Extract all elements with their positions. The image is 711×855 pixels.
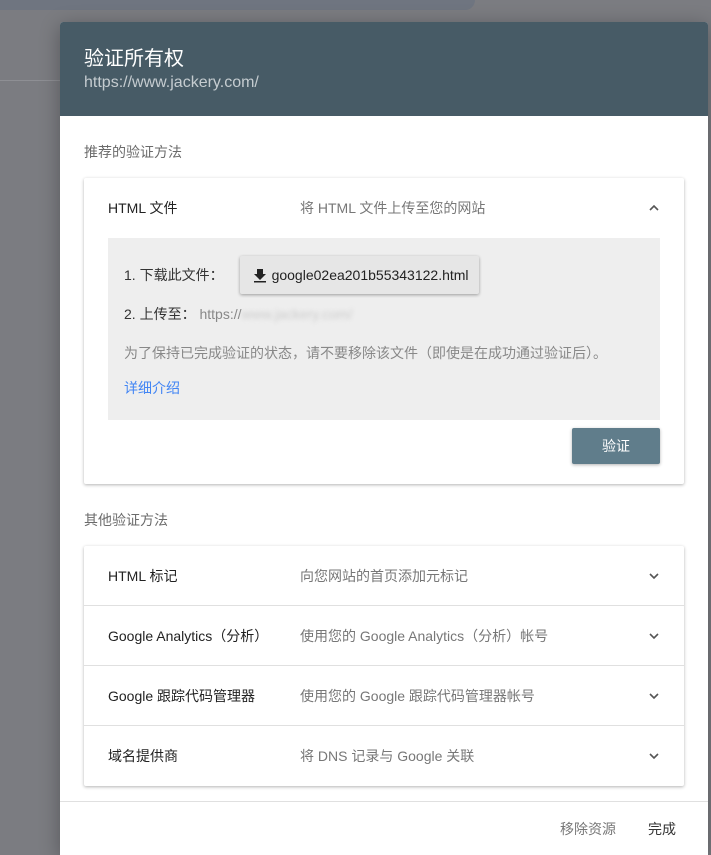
method-row-google-analytics[interactable]: Google Analytics（分析） 使用您的 Google Analytic… [84, 606, 684, 666]
method-row-html-tag[interactable]: HTML 标记 向您网站的首页添加元标记 [84, 546, 684, 606]
download-icon [253, 269, 266, 283]
method-label: HTML 文件 [108, 200, 178, 216]
dialog-title: 验证所有权 [84, 48, 184, 70]
dialog-body: 推荐的验证方法 HTML 文件 将 HTML 文件上传至您的网站 1. 下载此文… [60, 116, 708, 801]
other-methods-list: HTML 标记 向您网站的首页添加元标记 Google Analytics（分析）… [84, 546, 684, 786]
method-description: 将 HTML 文件上传至您的网站 [300, 200, 486, 216]
method-html-file-header[interactable]: HTML 文件 将 HTML 文件上传至您的网站 [84, 178, 684, 238]
download-file-name: google02ea201b55343122.html [271, 267, 469, 283]
background-search-bar [0, 0, 475, 10]
method-instructions-panel: 1. 下载此文件： google02ea201b55343122.html 2.… [108, 238, 660, 420]
upload-url-obscured: www.jackery.com/ [241, 306, 353, 322]
method-label: Google 跟踪代码管理器 [108, 687, 256, 704]
chevron-up-icon[interactable] [648, 202, 660, 214]
method-label: HTML 标记 [108, 567, 178, 584]
remove-property-button[interactable]: 移除资源 [560, 819, 616, 839]
property-url: https://www.jackery.com/ [84, 74, 259, 91]
chevron-down-icon[interactable] [648, 690, 660, 702]
chevron-down-icon[interactable] [648, 570, 660, 582]
method-description: 使用您的 Google Analytics（分析）帐号 [300, 627, 549, 644]
method-row-tag-manager[interactable]: Google 跟踪代码管理器 使用您的 Google 跟踪代码管理器帐号 [84, 666, 684, 726]
verify-button[interactable]: 验证 [572, 428, 660, 464]
download-file-button[interactable]: google02ea201b55343122.html [239, 256, 479, 294]
background-divider [0, 80, 60, 81]
recommended-method-card: HTML 文件 将 HTML 文件上传至您的网站 1. 下载此文件： googl… [84, 178, 684, 484]
keep-file-note: 为了保持已完成验证的状态，请不要移除该文件（即使是在成功通过验证后）。 [124, 345, 607, 361]
verify-ownership-dialog: 验证所有权 https://www.jackery.com/ 推荐的验证方法 H… [60, 22, 708, 855]
method-label: 域名提供商 [108, 748, 178, 764]
chevron-down-icon[interactable] [648, 750, 660, 762]
method-description: 向您网站的首页添加元标记 [300, 567, 468, 584]
done-button[interactable]: 完成 [648, 819, 676, 839]
method-description: 将 DNS 记录与 Google 关联 [300, 748, 475, 764]
other-methods-heading: 其他验证方法 [84, 512, 168, 528]
method-row-domain-provider[interactable]: 域名提供商 将 DNS 记录与 Google 关联 [84, 726, 684, 786]
step1-label: 1. 下载此文件： [124, 267, 224, 283]
chevron-down-icon[interactable] [648, 630, 660, 642]
method-label: Google Analytics（分析） [108, 627, 269, 644]
step2-label: 2. 上传至： [124, 306, 196, 322]
dialog-footer: 移除资源 完成 [60, 801, 708, 855]
learn-more-link[interactable]: 详细介绍 [124, 378, 180, 398]
upload-url-prefix: https:// [199, 306, 242, 322]
dialog-header: 验证所有权 https://www.jackery.com/ [60, 22, 708, 116]
method-description: 使用您的 Google 跟踪代码管理器帐号 [300, 687, 535, 704]
recommended-heading: 推荐的验证方法 [84, 144, 182, 160]
